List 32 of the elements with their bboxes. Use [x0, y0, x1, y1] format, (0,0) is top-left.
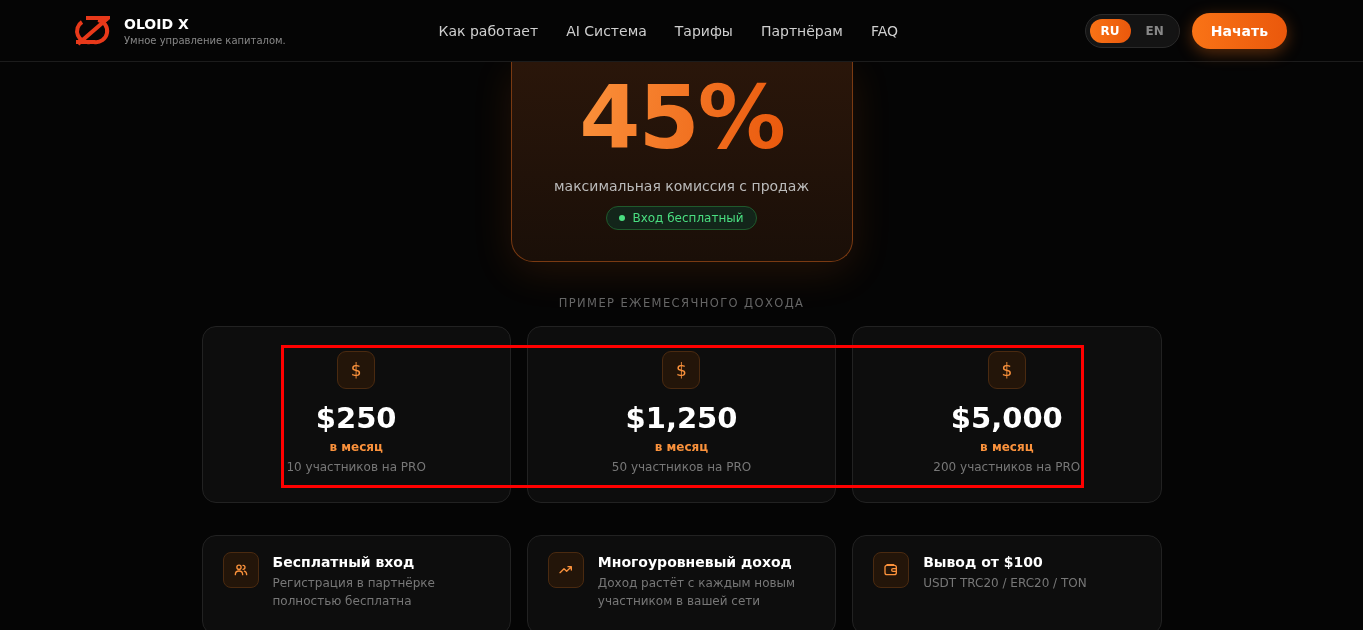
language-option[interactable]: EN — [1134, 18, 1175, 43]
income-amount: $5,000 — [950, 401, 1063, 435]
nav-link[interactable]: FAQ — [870, 22, 898, 39]
feature-title: Бесплатный вход — [272, 554, 416, 570]
feature-title: Вывод от $100 — [923, 554, 1044, 570]
nav-link[interactable]: Партнёрам — [760, 22, 843, 39]
feature-title: Многоуровневый доход — [597, 554, 793, 570]
income-period: в месяц — [980, 440, 1034, 454]
nav-link[interactable]: AI Система — [566, 22, 647, 39]
feature-text: Регистрация в партнёрке полностью бесплатна — [272, 575, 436, 610]
income-amount: $250 — [315, 401, 397, 435]
brand-name: OLOID X — [124, 15, 190, 32]
income-amount: $1,250 — [625, 401, 738, 435]
income-period: в месяц — [329, 440, 383, 454]
dollar-icon: $ — [662, 351, 701, 389]
users-icon — [232, 562, 249, 578]
dollar-icon: $ — [987, 351, 1026, 389]
logo-icon — [72, 15, 110, 46]
feature-text: USDT TRC20 / ERC20 / TON — [923, 575, 1088, 592]
income-period: в месяц — [654, 440, 709, 454]
feature-text: Доход растёт с каждым новым участником в вашей сети — [597, 575, 797, 610]
wallet-icon — [883, 562, 900, 578]
section-title: ПРИМЕР ЕЖЕМЕСЯЧНОГО ДОХОДА — [557, 296, 806, 310]
dollar-icon: $ — [337, 351, 376, 389]
income-note: 50 участников на PRO — [611, 460, 752, 474]
brand-tagline: Умное управление капиталом. — [124, 34, 286, 46]
commission-caption: максимальная комиссия с продаж — [554, 178, 809, 194]
income-note: 200 участников на PRO — [933, 460, 1081, 474]
nav-link[interactable]: Как работает — [438, 22, 539, 39]
free-entry-badge: Вход бесплатный — [606, 206, 757, 230]
income-note: 10 участников на PRO — [286, 460, 426, 474]
nav-link[interactable]: Тарифы — [674, 22, 733, 39]
